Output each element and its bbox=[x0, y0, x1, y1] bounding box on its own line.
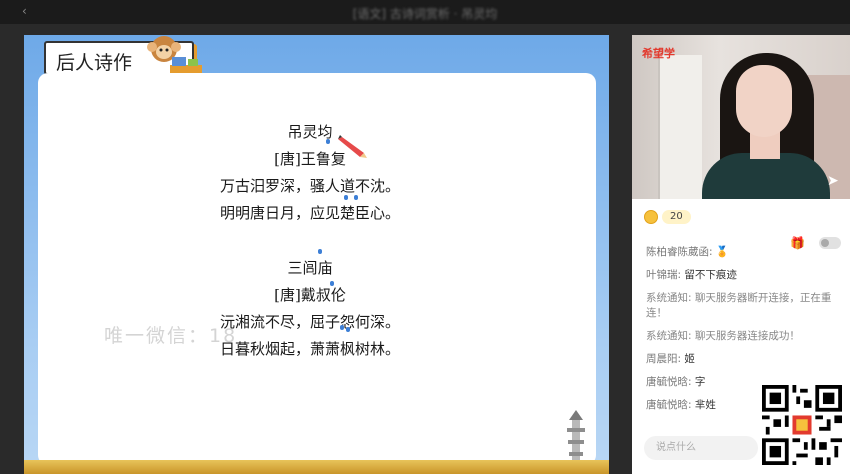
brand-logo: 希望学 bbox=[642, 47, 675, 60]
teacher-figure bbox=[736, 65, 792, 137]
chat-text: 芈姓 bbox=[694, 399, 716, 411]
chat-sender: 唐毓悦晗: bbox=[646, 399, 692, 411]
annotation-mark bbox=[344, 195, 348, 200]
pencil-cursor-icon bbox=[338, 135, 367, 158]
chat-message: 叶锦瑞: 留不下痕迹 bbox=[646, 268, 842, 283]
chat-message: 陈柏睿陈葳函: 🏅 bbox=[646, 245, 842, 260]
annotation-mark bbox=[326, 139, 330, 144]
chat-text: 聊天服务器连接成功！ bbox=[694, 330, 800, 342]
medal-icon: 🏅 bbox=[715, 246, 729, 258]
qr-code-icon bbox=[762, 385, 842, 465]
chat-text: 字 bbox=[694, 376, 706, 388]
pagoda-decoration-icon bbox=[567, 410, 585, 464]
poem-title: 吊灵均 bbox=[287, 123, 333, 141]
teacher-video[interactable]: 希望学 ➤ bbox=[632, 35, 850, 199]
watermark-text: 唯一微信：18 bbox=[104, 325, 238, 347]
chat-sender: 系统通知: bbox=[646, 330, 692, 342]
chat-message: 系统通知: 聊天服务器断开连接，正在重连！ bbox=[646, 291, 842, 321]
ground-decoration bbox=[24, 460, 609, 474]
section-title: 后人诗作 bbox=[56, 52, 133, 74]
chat-message: 周晨阳: 姬 bbox=[646, 352, 842, 367]
chat-input[interactable]: 说点什么 bbox=[644, 436, 758, 460]
lesson-slide: 后人诗作 吊灵均 [唐]王鲁复 万古汨罗深，骚人道不沈。 明明唐日月，应见楚臣心… bbox=[24, 35, 609, 474]
annotation-mark bbox=[340, 325, 344, 330]
chat-sender: 周晨阳: bbox=[646, 353, 682, 365]
chat-sender: 唐毓悦晗: bbox=[646, 376, 692, 388]
poem-block: 吊灵均 [唐]王鲁复 万古汨罗深，骚人道不沈。 明明唐日月，应见楚臣心。 bbox=[24, 119, 596, 227]
annotation-mark bbox=[346, 327, 350, 332]
chat-sender: 陈柏睿陈葳函: bbox=[646, 246, 713, 258]
poem-author: [唐]戴叔伦 bbox=[274, 286, 346, 304]
chat-sender: 系统通知: bbox=[646, 292, 692, 304]
top-bar: ‹ [语文] 古诗词赏析 · 吊灵均 bbox=[0, 0, 850, 24]
chat-text: 姬 bbox=[684, 353, 695, 365]
chat-text: 留不下痕迹 bbox=[684, 269, 737, 281]
chat-message: 系统通知: 聊天服务器连接成功！ bbox=[646, 329, 842, 344]
annotation-mark bbox=[318, 249, 322, 254]
poem-line: 明明唐日月，应见楚臣心。 bbox=[219, 204, 400, 222]
coin-icon bbox=[644, 210, 658, 224]
mouse-cursor-icon: ➤ bbox=[827, 173, 839, 189]
teacher-figure bbox=[702, 153, 830, 199]
poem-title: 三闾庙 bbox=[287, 259, 333, 277]
window-title: [语文] 古诗词赏析 · 吊灵均 bbox=[352, 7, 498, 21]
annotation-mark bbox=[354, 195, 358, 200]
poem-line: 万古汨罗深，骚人道不沈。 bbox=[219, 177, 400, 195]
side-panel: 希望学 ➤ 20 🎁 陈柏睿陈葳函: 🏅 叶锦瑞: 留不下痕迹 系统通知: 聊天… bbox=[632, 35, 850, 474]
chat-sender: 叶锦瑞: bbox=[646, 269, 682, 281]
coin-count: 20 bbox=[662, 210, 691, 224]
coin-counter: 20 bbox=[644, 209, 691, 225]
app-window: ‹ [语文] 古诗词赏析 · 吊灵均 后人诗作 吊灵均 [唐]王鲁复 万古汨罗深… bbox=[0, 0, 850, 474]
monkey-mascot-icon bbox=[147, 36, 202, 75]
video-background bbox=[658, 55, 702, 199]
annotation-mark bbox=[330, 281, 334, 286]
poem-author: [唐]王鲁复 bbox=[274, 150, 346, 168]
